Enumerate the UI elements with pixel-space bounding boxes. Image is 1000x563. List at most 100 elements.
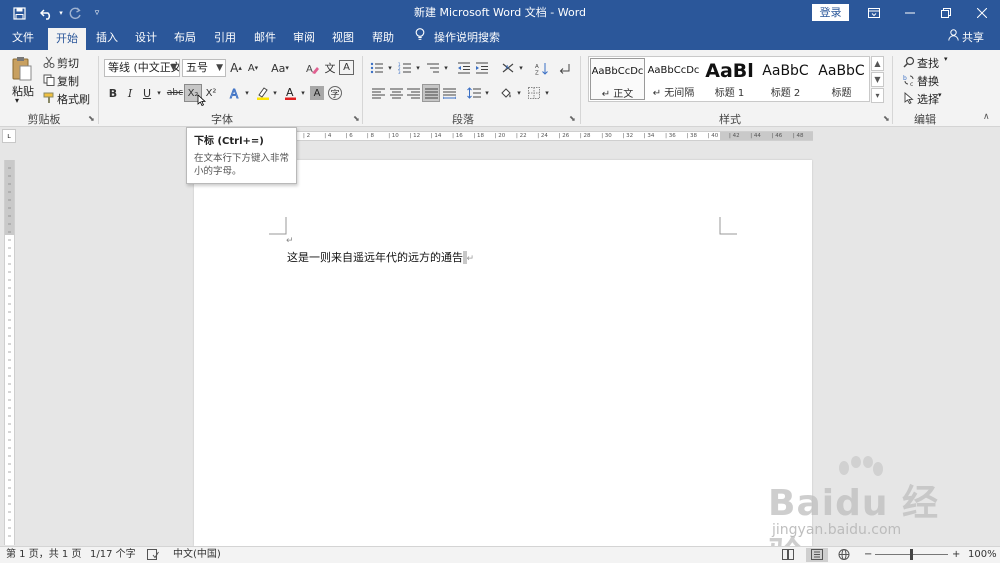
find-icon[interactable] xyxy=(902,55,916,69)
chevron-down-icon[interactable]: ▾ xyxy=(386,60,394,76)
align-center-icon[interactable] xyxy=(388,85,404,101)
gallery-more-icon[interactable]: ▾ xyxy=(871,88,884,103)
align-left-icon[interactable] xyxy=(370,85,386,101)
minimize-icon[interactable] xyxy=(892,0,928,26)
tab-references[interactable]: 引用 xyxy=(206,26,244,50)
bullets-icon[interactable] xyxy=(369,60,385,76)
tell-me-search[interactable]: 操作说明搜索 xyxy=(434,26,504,50)
strikethrough-button[interactable]: abc xyxy=(166,85,184,101)
font-launcher-icon[interactable]: ⬊ xyxy=(353,114,360,123)
font-name-combo[interactable]: 等线 (中文正文 ▼ xyxy=(104,59,180,77)
page-count[interactable]: 第 1 页，共 1 页 xyxy=(6,547,81,563)
character-shading-button[interactable]: A xyxy=(310,86,324,100)
undo-dropdown-icon[interactable]: ▾ xyxy=(56,0,66,26)
word-count[interactable]: 1/17 个字 xyxy=(90,547,136,563)
multilevel-list-icon[interactable] xyxy=(425,60,441,76)
underline-button[interactable]: U xyxy=(140,85,154,101)
language-indicator[interactable]: 中文(中国) xyxy=(173,547,221,563)
increase-indent-icon[interactable] xyxy=(474,60,490,76)
sort-icon[interactable]: AZ xyxy=(533,60,549,76)
copy-icon[interactable] xyxy=(42,73,56,87)
lightbulb-icon[interactable] xyxy=(412,26,428,50)
zoom-level[interactable]: 100% xyxy=(968,547,997,563)
borders-icon[interactable] xyxy=(526,85,542,101)
shrink-font-button[interactable]: A ▾ xyxy=(246,60,260,76)
chevron-down-icon[interactable]: ▾ xyxy=(299,85,307,101)
style-heading-2[interactable]: AaBbC 标题 2 xyxy=(758,58,813,100)
paragraph-launcher-icon[interactable]: ⬊ xyxy=(569,114,576,123)
chevron-down-icon[interactable]: ▾ xyxy=(483,85,491,101)
paste-dropdown-icon[interactable]: ▾ xyxy=(15,96,19,105)
chevron-down-icon[interactable]: ▾ xyxy=(938,91,942,99)
grow-font-button[interactable]: A ▴ xyxy=(229,60,243,76)
select-button[interactable]: 选择 xyxy=(917,91,939,107)
style-title[interactable]: AaBbC 标题 xyxy=(814,58,869,100)
customize-icon[interactable]: ▿ xyxy=(90,0,104,26)
decrease-indent-icon[interactable] xyxy=(456,60,472,76)
chevron-down-icon[interactable]: ▾ xyxy=(944,55,948,63)
proofing-icon[interactable] xyxy=(147,549,159,563)
save-icon[interactable] xyxy=(8,0,30,26)
tab-mailings[interactable]: 邮件 xyxy=(246,26,284,50)
enclose-characters-icon[interactable]: 字 xyxy=(328,86,342,100)
cut-button[interactable]: 剪切 xyxy=(57,55,79,71)
print-layout-icon[interactable] xyxy=(806,548,828,562)
tab-home[interactable]: 开始 xyxy=(48,28,86,50)
italic-button[interactable]: I xyxy=(123,85,137,101)
text-effects-icon[interactable]: A xyxy=(228,85,242,101)
login-button[interactable]: 登录 xyxy=(812,4,849,21)
tab-review[interactable]: 审阅 xyxy=(285,26,323,50)
copy-button[interactable]: 复制 xyxy=(57,73,79,89)
vertical-scrollbar[interactable] xyxy=(988,143,1000,546)
find-button[interactable]: 查找 xyxy=(917,55,939,71)
gallery-down-icon[interactable]: ▼ xyxy=(871,72,884,87)
bold-button[interactable]: B xyxy=(106,85,120,101)
zoom-in-button[interactable]: + xyxy=(952,547,960,563)
collapse-ribbon-icon[interactable]: ∧ xyxy=(983,112,990,122)
redo-icon[interactable] xyxy=(66,0,84,26)
select-arrow-icon[interactable] xyxy=(902,91,916,105)
chevron-down-icon[interactable]: ▾ xyxy=(414,60,422,76)
highlight-pen-icon[interactable] xyxy=(255,85,270,101)
show-marks-icon[interactable] xyxy=(556,60,572,76)
document-page[interactable]: ↵ 这是一则来自遥远年代的远方的通告 ↵ xyxy=(194,160,812,546)
replace-button[interactable]: 替换 xyxy=(917,73,939,89)
font-size-combo[interactable]: 五号 ▼ xyxy=(182,59,226,77)
tab-help[interactable]: 帮助 xyxy=(364,26,402,50)
share-person-icon[interactable] xyxy=(946,26,960,50)
close-icon[interactable] xyxy=(964,0,1000,26)
style-no-spacing[interactable]: AaBbCcDc ↵ 无间隔 xyxy=(646,58,701,100)
chevron-down-icon[interactable]: ▾ xyxy=(442,60,450,76)
gallery-up-icon[interactable]: ▲ xyxy=(871,56,884,71)
font-color-icon[interactable]: A xyxy=(283,85,298,101)
undo-icon[interactable] xyxy=(36,0,58,26)
format-painter-icon[interactable] xyxy=(42,91,56,105)
tab-view[interactable]: 视图 xyxy=(324,26,362,50)
share-button[interactable]: 共享 xyxy=(962,26,988,50)
chevron-down-icon[interactable]: ▾ xyxy=(243,85,251,101)
web-layout-icon[interactable] xyxy=(838,549,850,563)
replace-icon[interactable]: bc xyxy=(902,73,916,87)
phonetic-guide-button[interactable]: 文 xyxy=(322,60,338,76)
underline-dropdown-icon[interactable]: ▾ xyxy=(155,85,163,101)
clipboard-launcher-icon[interactable]: ⬊ xyxy=(88,114,95,123)
style-heading-1[interactable]: AaBl 标题 1 xyxy=(702,58,757,100)
format-painter-button[interactable]: 格式刷 xyxy=(57,91,90,107)
distributed-icon[interactable] xyxy=(441,85,457,101)
character-border-button[interactable]: A xyxy=(339,60,354,75)
tab-selector-icon[interactable]: ʟ xyxy=(2,129,16,143)
chevron-down-icon[interactable]: ▾ xyxy=(515,85,523,101)
clear-formatting-icon[interactable]: A xyxy=(304,60,320,76)
ribbon-display-options-icon[interactable] xyxy=(856,0,892,26)
document-body[interactable]: 这是一则来自遥远年代的远方的通告 ↵ xyxy=(287,249,474,265)
tab-design[interactable]: 设计 xyxy=(127,26,165,50)
align-right-icon[interactable] xyxy=(405,85,421,101)
scissors-icon[interactable] xyxy=(42,55,56,69)
change-case-button[interactable]: Aa ▾ xyxy=(270,60,290,76)
numbering-icon[interactable]: 123 xyxy=(397,60,413,76)
tab-layout[interactable]: 布局 xyxy=(166,26,204,50)
styles-launcher-icon[interactable]: ⬊ xyxy=(883,114,890,123)
paste-icon[interactable] xyxy=(10,56,34,82)
vertical-ruler[interactable] xyxy=(4,160,15,545)
tab-insert[interactable]: 插入 xyxy=(88,26,126,50)
